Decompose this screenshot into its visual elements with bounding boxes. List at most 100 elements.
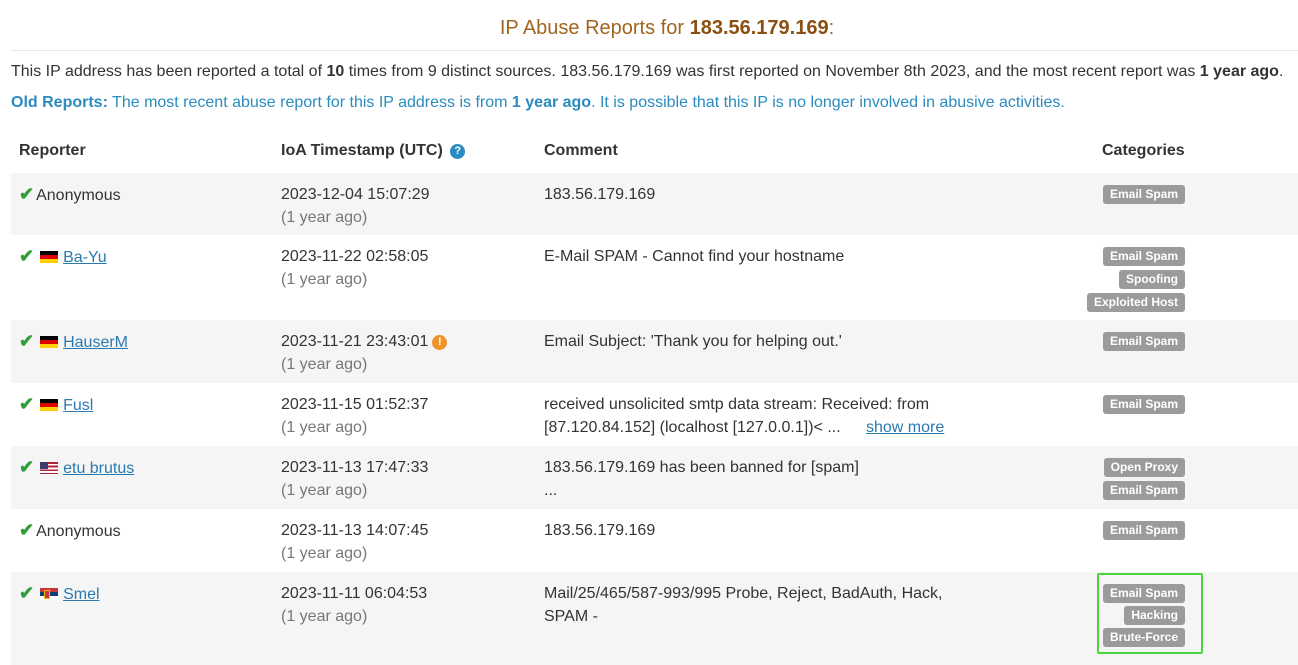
header-reporter: Reporter [19,142,86,159]
timestamp: 2023-11-22 02:58:05 [281,248,429,265]
warning-icon[interactable]: ! [432,335,448,350]
reporter-link[interactable]: HauserM [63,334,128,351]
reporter-cell: ✔ Anonymous [19,519,121,543]
table-row: ✔ Anonymous 2023-11-13 14:07:45 (1 year ag… [11,509,1298,572]
header-timestamp-label: IoA Timestamp (UTC) [281,142,443,159]
reporter-link[interactable]: etu brutus [63,460,134,477]
old-reports-notice: Old Reports: The most recent abuse repor… [11,94,1065,112]
timestamp-cell: 2023-11-13 14:07:45 (1 year ago) [281,519,428,565]
categories-cell: Email Spam Spoofing Exploited Host [1011,247,1185,312]
table-row: ✔ Ba-Yu 2023-11-22 02:58:05 (1 year ago) E… [11,235,1298,320]
check-icon: ✔ [19,520,35,540]
timestamp: 2023-11-15 01:52:37 [281,396,429,413]
reporter-name: Anonymous [36,523,121,540]
comment-cell: received unsolicited smtp data stream: R… [544,393,964,439]
timestamp: 2023-11-11 06:04:53 [281,585,428,602]
timestamp-ago: (1 year ago) [281,419,368,436]
categories-cell: Email Spam [1011,395,1185,414]
timestamp-ago: (1 year ago) [281,209,368,226]
recent-report-age: 1 year ago [1199,63,1279,80]
report-count: 10 [326,63,345,80]
old-reports-text: The most recent abuse report for this IP… [107,94,512,111]
reporter-cell: ✔ etu brutus [19,456,134,480]
category-badge[interactable]: Hacking [1124,606,1185,625]
timestamp: 2023-11-13 17:47:33 [281,459,429,476]
category-badge[interactable]: Email Spam [1102,332,1185,351]
germany-flag-icon [40,336,59,348]
categories-cell: Email Spam [1011,185,1185,204]
germany-flag-icon [40,251,59,263]
timestamp-cell: 2023-12-04 15:07:29 (1 year ago) [281,183,430,229]
comment-text: received unsolicited smtp data stream: R… [544,396,930,413]
reporter-cell: ✔ Anonymous [19,183,121,207]
table-row: ✔ HauserM 2023-11-21 23:43:01! (1 year ago… [11,320,1298,383]
comment-cell: Mail/25/465/587-993/995 Probe, Reject, B… [544,582,964,628]
categories-cell: Email Spam Hacking Brute-Force [1011,584,1185,647]
summary-text: . [1278,63,1284,80]
timestamp: 2023-11-21 23:43:01 [281,333,429,350]
check-icon: ✔ [19,457,35,477]
reporter-link[interactable]: Smel [63,586,99,603]
categories-cell: Email Spam [1011,521,1185,540]
usa-flag-icon [40,462,59,474]
timestamp-cell: 2023-11-13 17:47:33 (1 year ago) [281,456,428,502]
timestamp-ago: (1 year ago) [281,356,368,373]
category-badge[interactable]: Email Spam [1102,521,1185,540]
check-icon: ✔ [19,394,35,414]
summary-text: times from 9 distinct sources. 183.56.17… [344,63,1200,80]
comment-text: E-Mail SPAM - Cannot find your hostname [544,248,845,265]
show-more-link[interactable]: show more [866,416,944,439]
old-reports-text: . It is possible that this IP is no long… [591,94,1065,111]
category-badge[interactable]: Email Spam [1102,395,1185,414]
comment-text: Mail/25/465/587-993/995 Probe, Reject, B… [544,585,943,602]
table-row: ✔ etu brutus 2023-11-13 17:47:33 (1 year a… [11,446,1298,509]
page-title: IP Abuse Reports for 183.56.179.169: [0,17,1298,40]
comment-cell: 183.56.179.169 has been banned for [spam… [544,456,964,502]
comment-text: Email Subject: 'Thank you for helping ou… [544,333,842,350]
reporter-cell: ✔ Fusl [19,393,93,417]
timestamp: 2023-11-13 14:07:45 [281,522,429,539]
category-badge[interactable]: Email Spam [1102,185,1185,204]
table-row: ✔ Fusl 2023-11-15 01:52:37 (1 year ago) re… [11,383,1298,446]
category-badge[interactable]: Brute-Force [1102,628,1185,647]
serbia-flag-icon [40,588,59,600]
categories-cell: Email Spam [1011,332,1185,351]
category-badge[interactable]: Email Spam [1102,247,1185,266]
header-categories: Categories [1102,142,1185,159]
reporter-cell: ✔ Ba-Yu [19,245,107,269]
reporter-name: Anonymous [36,187,121,204]
reporter-link[interactable]: Ba-Yu [63,249,107,266]
category-badge[interactable]: Email Spam [1102,481,1185,500]
reporter-cell: ✔ Smel [19,582,100,606]
check-icon: ✔ [19,583,35,603]
category-badge[interactable]: Spoofing [1119,270,1185,289]
comment-text: ... [544,482,558,499]
timestamp-cell: 2023-11-11 06:04:53 (1 year ago) [281,582,427,628]
reporter-link[interactable]: Fusl [63,397,93,414]
summary-text: This IP address has been reported a tota… [11,63,327,80]
old-reports-age: 1 year ago [511,94,592,111]
old-reports-label: Old Reports: [11,94,108,111]
timestamp-ago: (1 year ago) [281,482,368,499]
help-icon[interactable]: ? [450,144,466,159]
timestamp-ago: (1 year ago) [281,271,368,288]
timestamp: 2023-12-04 15:07:29 [281,186,430,203]
category-badge[interactable]: Exploited Host [1086,293,1185,312]
check-icon: ✔ [19,184,35,204]
title-suffix: : [828,17,835,39]
table-row: ✔ Smel 2023-11-11 06:04:53 (1 year ago) Ma… [11,572,1298,665]
abuse-reports-page: IP Abuse Reports for 183.56.179.169: Thi… [0,0,1298,665]
category-badge[interactable]: Email Spam [1102,584,1185,603]
germany-flag-icon [40,399,59,411]
reporter-cell: ✔ HauserM [19,330,128,354]
comment-text: 183.56.179.169 [544,522,656,539]
timestamp-ago: (1 year ago) [281,608,368,625]
header-timestamp: IoA Timestamp (UTC) ? [281,142,466,160]
category-badge[interactable]: Open Proxy [1103,458,1185,477]
timestamp-cell: 2023-11-21 23:43:01! (1 year ago) [281,330,448,376]
report-summary: This IP address has been reported a tota… [11,63,1283,81]
comment-text: 183.56.179.169 has been banned for [spam… [544,459,859,476]
timestamp-cell: 2023-11-22 02:58:05 (1 year ago) [281,245,428,291]
header-comment: Comment [544,142,618,159]
comment-cell: Email Subject: 'Thank you for helping ou… [544,330,964,353]
